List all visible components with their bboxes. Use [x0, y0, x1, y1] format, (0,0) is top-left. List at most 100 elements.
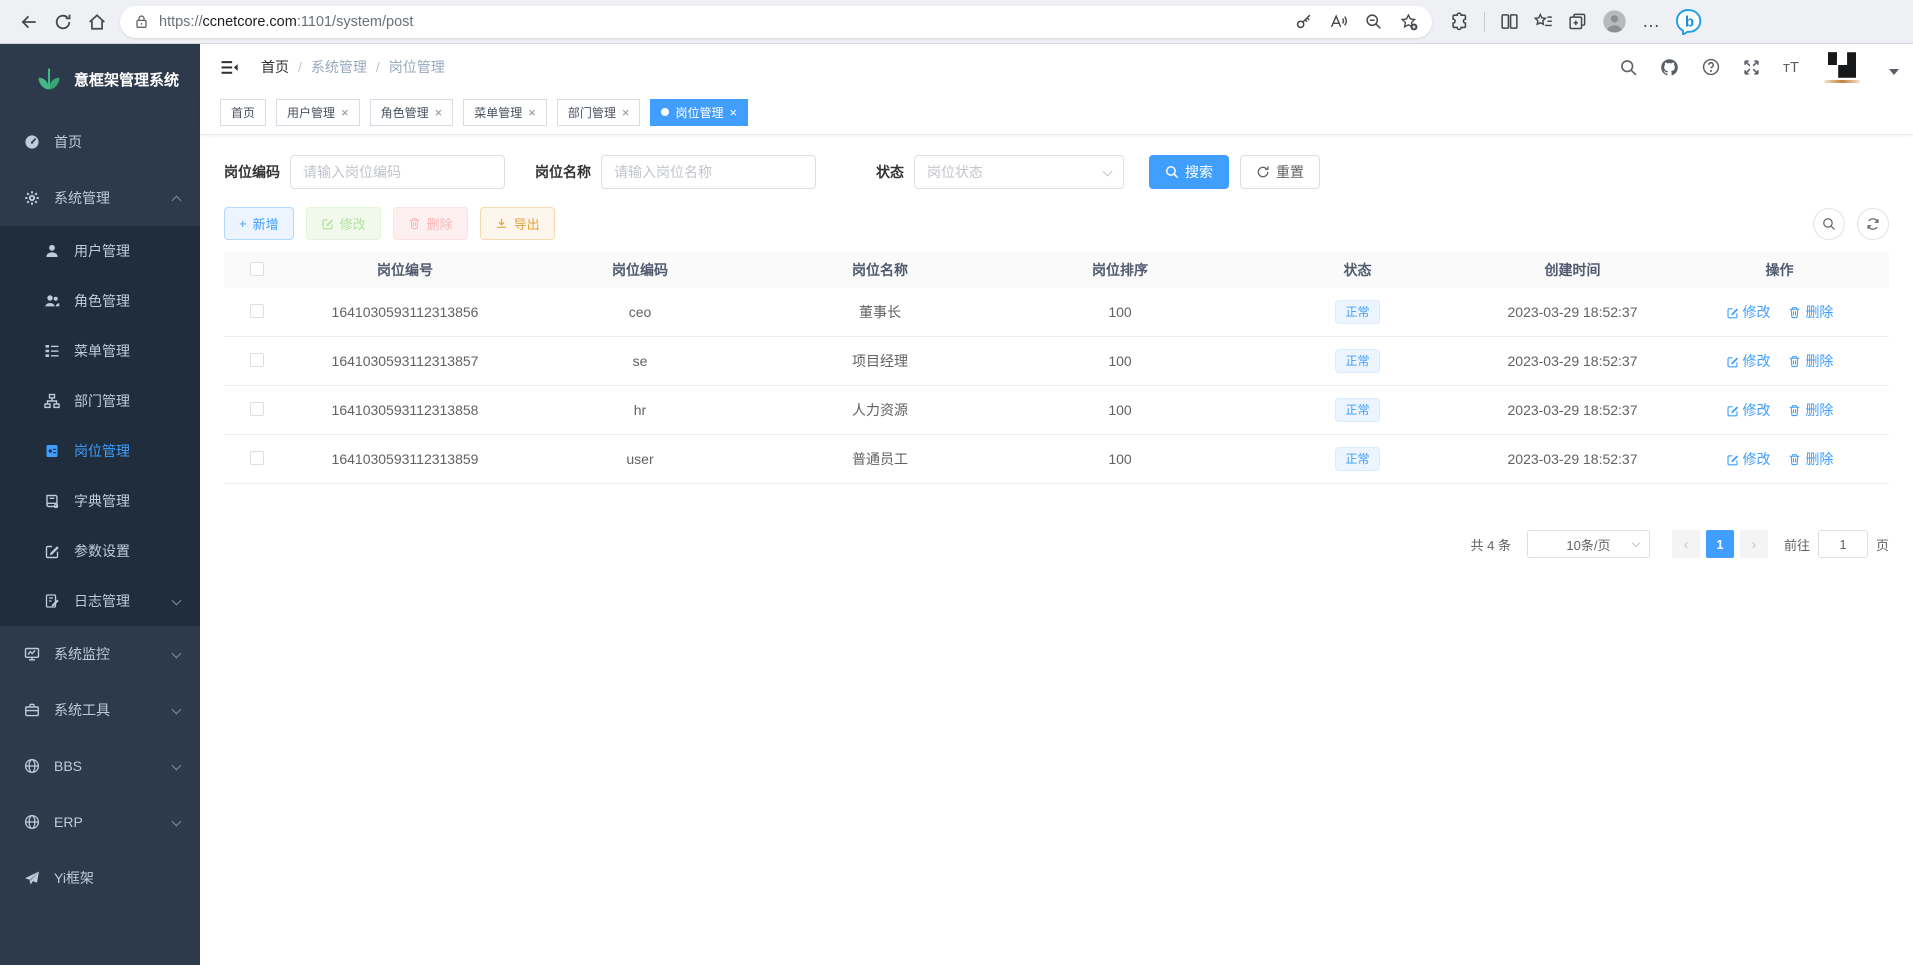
log-icon	[44, 593, 60, 609]
add-button[interactable]: +新增	[224, 207, 294, 240]
plus-icon: +	[239, 216, 247, 231]
close-icon[interactable]: ×	[435, 105, 443, 120]
sidebar-item-bbs[interactable]: BBS	[0, 738, 200, 794]
tag-post-mgmt[interactable]: 岗位管理×	[650, 99, 748, 126]
sidebar-item-system-tools[interactable]: 系统工具	[0, 682, 200, 738]
page-size-select[interactable]: 10条/页	[1527, 530, 1650, 558]
tag-role-mgmt[interactable]: 角色管理×	[370, 99, 454, 126]
row-edit-link[interactable]: 修改	[1726, 351, 1771, 371]
collections-icon[interactable]	[1568, 12, 1587, 31]
reset-button[interactable]: 重置	[1240, 155, 1320, 189]
monitor-icon	[24, 646, 40, 662]
horizontal-scrollbar[interactable]	[0, 965, 1913, 974]
show-search-button[interactable]	[1813, 208, 1845, 240]
sidebar-fold-icon[interactable]	[220, 59, 239, 76]
post-name-input[interactable]	[601, 155, 816, 189]
close-icon[interactable]: ×	[622, 105, 630, 120]
col-post-code: 岗位编码	[520, 260, 760, 280]
status-select[interactable]: 岗位状态	[914, 155, 1124, 189]
read-aloud-icon[interactable]	[1330, 13, 1347, 30]
font-size-icon[interactable]: тT	[1783, 59, 1799, 76]
settings-menu-icon[interactable]: …	[1642, 11, 1661, 32]
row-edit-link[interactable]: 修改	[1726, 449, 1771, 469]
sidebar-item-user-mgmt[interactable]: 用户管理	[0, 226, 200, 276]
extensions-icon[interactable]	[1450, 12, 1469, 31]
select-all-checkbox[interactable]	[250, 262, 264, 276]
tag-user-mgmt[interactable]: 用户管理×	[276, 99, 360, 126]
url-text: https://ccnetcore.com:1101/system/post	[159, 14, 413, 30]
page-number-button[interactable]: 1	[1706, 530, 1734, 558]
row-delete-link[interactable]: 删除	[1788, 400, 1833, 420]
row-delete-link[interactable]: 删除	[1788, 449, 1833, 469]
sidebar-item-dept-mgmt[interactable]: 部门管理	[0, 376, 200, 426]
zoom-out-icon[interactable]	[1365, 13, 1382, 30]
cell-post-sort: 100	[1000, 304, 1240, 320]
prev-page-button[interactable]: ‹	[1672, 530, 1700, 558]
sidebar-item-system-monitor[interactable]: 系统监控	[0, 626, 200, 682]
row-checkbox[interactable]	[250, 402, 264, 416]
row-edit-link[interactable]: 修改	[1726, 400, 1771, 420]
table-row: 1641030593112313857 se 项目经理 100 正常 2023-…	[224, 337, 1889, 386]
cell-post-name: 董事长	[760, 302, 1000, 322]
sidebar-item-home[interactable]: 首页	[0, 114, 200, 170]
close-icon[interactable]: ×	[729, 105, 737, 120]
fullscreen-icon[interactable]	[1743, 59, 1760, 76]
row-checkbox[interactable]	[250, 451, 264, 465]
search-button[interactable]: 搜索	[1149, 155, 1229, 189]
favorites-bar-icon[interactable]	[1534, 12, 1553, 31]
password-key-icon[interactable]	[1295, 13, 1312, 30]
tag-dept-mgmt[interactable]: 部门管理×	[557, 99, 641, 126]
breadcrumb-section[interactable]: 系统管理	[311, 57, 367, 77]
row-delete-link[interactable]: 删除	[1788, 302, 1833, 322]
lock-icon[interactable]	[134, 14, 149, 29]
avatar-caret-icon[interactable]	[1889, 69, 1899, 75]
split-screen-icon[interactable]	[1500, 12, 1519, 31]
row-delete-link[interactable]: 删除	[1788, 351, 1833, 371]
cell-post-id: 1641030593112313857	[290, 353, 520, 369]
refresh-icon[interactable]	[46, 5, 80, 39]
close-icon[interactable]: ×	[528, 105, 536, 120]
delete-button[interactable]: 删除	[393, 207, 468, 240]
cell-created: 2023-03-29 18:52:37	[1475, 451, 1670, 467]
sidebar-item-param-settings[interactable]: 参数设置	[0, 526, 200, 576]
tag-home[interactable]: 首页	[220, 99, 266, 126]
breadcrumb-current: 岗位管理	[389, 57, 445, 77]
sidebar-item-log-mgmt[interactable]: 日志管理	[0, 576, 200, 626]
help-icon[interactable]	[1702, 58, 1720, 76]
tag-menu-mgmt[interactable]: 菜单管理×	[463, 99, 547, 126]
home-icon[interactable]	[80, 5, 114, 39]
close-icon[interactable]: ×	[341, 105, 349, 120]
search-icon[interactable]	[1620, 59, 1637, 76]
row-checkbox[interactable]	[250, 353, 264, 367]
post-code-input[interactable]	[290, 155, 505, 189]
breadcrumb-home[interactable]: 首页	[261, 57, 289, 77]
bing-chat-icon[interactable]: b	[1676, 8, 1703, 35]
cell-post-sort: 100	[1000, 451, 1240, 467]
row-checkbox[interactable]	[250, 304, 264, 318]
status-badge: 正常	[1335, 349, 1379, 373]
sidebar-item-post-mgmt[interactable]: 岗位管理	[0, 426, 200, 476]
chevron-down-icon	[172, 705, 182, 715]
export-button[interactable]: 导出	[480, 207, 555, 240]
post-code-label: 岗位编码	[224, 162, 280, 182]
row-edit-link[interactable]: 修改	[1726, 302, 1771, 322]
sidebar-item-erp[interactable]: ERP	[0, 794, 200, 850]
profile-avatar[interactable]	[1602, 9, 1627, 34]
back-icon[interactable]	[12, 5, 46, 39]
goto-page-input[interactable]	[1818, 530, 1868, 558]
address-bar[interactable]: https://ccnetcore.com:1101/system/post	[120, 6, 1432, 38]
sidebar-item-menu-mgmt[interactable]: 菜单管理	[0, 326, 200, 376]
sidebar-item-role-mgmt[interactable]: 角色管理	[0, 276, 200, 326]
sidebar-item-system-mgmt[interactable]: 系统管理	[0, 170, 200, 226]
sidebar-item-yi-framework[interactable]: Yi框架	[0, 850, 200, 906]
sidebar-item-dict-mgmt[interactable]: 字典管理	[0, 476, 200, 526]
col-post-id: 岗位编号	[290, 260, 520, 280]
next-page-button[interactable]: ›	[1740, 530, 1768, 558]
github-icon[interactable]	[1660, 58, 1679, 77]
sidebar: 意框架管理系统 首页 系统管理 用户管理	[0, 44, 200, 965]
user-avatar[interactable]	[1822, 51, 1862, 83]
favorite-add-icon[interactable]	[1400, 13, 1418, 31]
edit-button[interactable]: 修改	[306, 207, 381, 240]
app-logo[interactable]: 意框架管理系统	[0, 44, 200, 114]
refresh-table-button[interactable]	[1857, 208, 1889, 240]
